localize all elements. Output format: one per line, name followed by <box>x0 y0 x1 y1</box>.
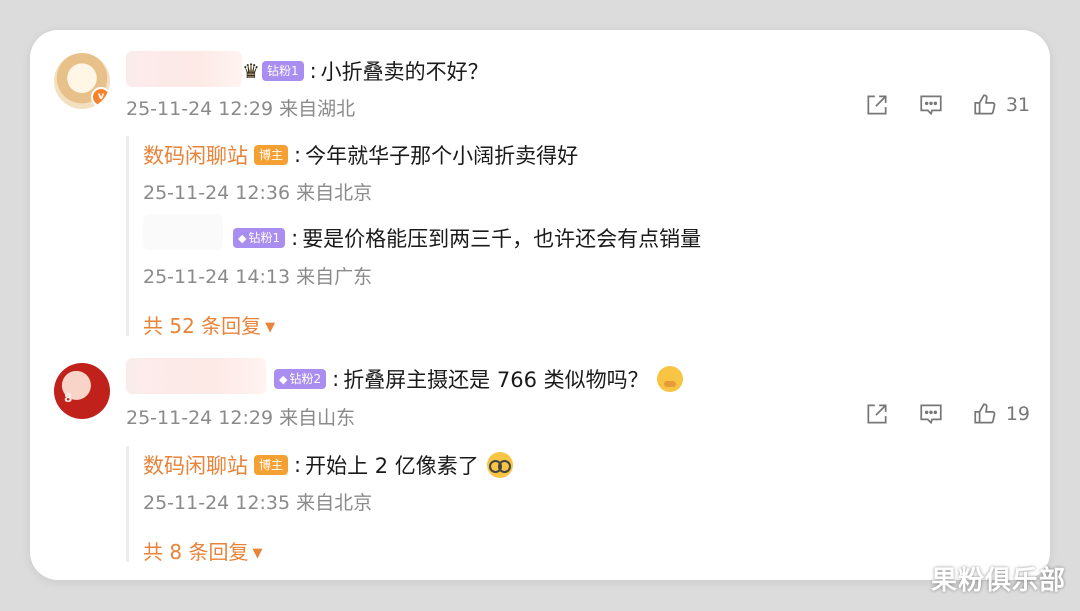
reply-headline: ◆ 钻粉1 : 要是价格能压到两三千，也许还会有点销量 <box>233 223 701 253</box>
diamond-icon: ◆ <box>238 232 247 245</box>
more-replies-label: 共 8 条回复 <box>143 540 249 564</box>
watermark: 果粉俱乐部 <box>930 566 1066 596</box>
like-count: 31 <box>1005 94 1030 116</box>
badge-label: 钻粉2 <box>289 372 322 386</box>
share-button[interactable] <box>864 401 890 427</box>
share-icon <box>867 95 887 115</box>
comment-actions: 19 <box>864 401 1030 427</box>
thumbs-up-icon <box>974 94 996 115</box>
caret-down-icon: ▼ <box>252 546 263 561</box>
comment-actions: 31 <box>864 92 1030 118</box>
username-redacted[interactable] <box>126 51 242 87</box>
separator: : <box>309 59 317 83</box>
comment-meta: 25-11-24 12:29 来自湖北 <box>126 98 356 120</box>
separator: : <box>294 453 302 477</box>
comment-meta: 25-11-24 12:29 来自山东 <box>126 407 356 429</box>
glasses-emoji-icon <box>486 452 513 478</box>
avatar[interactable]: v <box>54 53 110 109</box>
comment-icon <box>920 404 942 425</box>
reply-meta: 25-11-24 14:13 来自广东 <box>143 266 373 288</box>
comment-headline: ◆ 钻粉2 : 折叠屏主摄还是 766 类似物吗？ <box>274 364 683 394</box>
fan-badge[interactable]: ◆ 钻粉1 <box>233 228 286 248</box>
reply-text: 今年就华子那个小阔折卖得好 <box>305 144 579 168</box>
reply-text: 要是价格能压到两三千，也许还会有点销量 <box>302 227 702 251</box>
comment-text: 小折叠卖的不好？ <box>320 60 489 84</box>
comment-text: 折叠屏主摄还是 766 类似物吗？ <box>343 368 649 392</box>
comment-headline: ♛ 钻粉1 : 小折叠卖的不好？ <box>242 56 489 86</box>
separator: : <box>332 367 340 391</box>
blogger-badge: 博主 <box>254 145 289 165</box>
comment-card: v ♛ 钻粉1 : 小折叠卖的不好？ 25-11-24 12:29 来自湖北 3… <box>30 30 1050 580</box>
badge-label: 钻粉1 <box>248 231 281 245</box>
reply-thread: 数码闲聊站 博主 : 开始上 2 亿像素了 25-11-24 12:35 来自北… <box>126 446 513 564</box>
crown-icon: ♛ <box>242 59 260 83</box>
fan-badge[interactable]: 钻粉1 <box>261 61 304 81</box>
like-button[interactable]: 19 <box>972 401 1030 427</box>
reply-headline: 数码闲聊站 博主 : 今年就华子那个小阔折卖得好 <box>143 140 578 170</box>
more-replies-label: 共 52 条回复 <box>143 314 262 338</box>
reply-thread: 数码闲聊站 博主 : 今年就华子那个小阔折卖得好 25-11-24 12:36 … <box>126 136 701 338</box>
thumbs-up-icon <box>974 403 996 424</box>
separator: : <box>291 226 299 250</box>
reply-meta: 25-11-24 12:36 来自北京 <box>143 182 373 204</box>
verified-icon: v <box>91 87 110 107</box>
more-replies-link[interactable]: 共 8 条回复 ▼ <box>143 536 262 565</box>
share-button[interactable] <box>864 92 890 118</box>
reply-headline: 数码闲聊站 博主 : 开始上 2 亿像素了 <box>143 450 513 480</box>
like-button[interactable]: 31 <box>972 92 1030 118</box>
more-replies-link[interactable]: 共 52 条回复 ▼ <box>143 310 275 339</box>
share-icon <box>867 404 887 424</box>
thinking-emoji-icon <box>656 366 683 392</box>
reply-meta: 25-11-24 12:35 来自北京 <box>143 492 373 514</box>
reply-text: 开始上 2 亿像素了 <box>305 454 479 478</box>
username-redacted[interactable] <box>126 358 266 394</box>
avatar[interactable]: 8 <box>54 363 110 419</box>
blogger-badge: 博主 <box>254 455 289 475</box>
separator: : <box>294 143 302 167</box>
username-redacted[interactable] <box>143 214 223 250</box>
reply-author[interactable]: 数码闲聊站 <box>143 140 248 170</box>
reply-author[interactable]: 数码闲聊站 <box>143 450 248 480</box>
diamond-icon: ◆ <box>279 373 288 386</box>
avatar-image: 8 <box>64 391 73 405</box>
comment-icon <box>920 95 942 116</box>
reply-button[interactable] <box>918 92 944 118</box>
like-count: 19 <box>1005 403 1030 425</box>
caret-down-icon: ▼ <box>265 320 276 335</box>
reply-button[interactable] <box>918 401 944 427</box>
fan-badge[interactable]: ◆ 钻粉2 <box>274 369 327 389</box>
